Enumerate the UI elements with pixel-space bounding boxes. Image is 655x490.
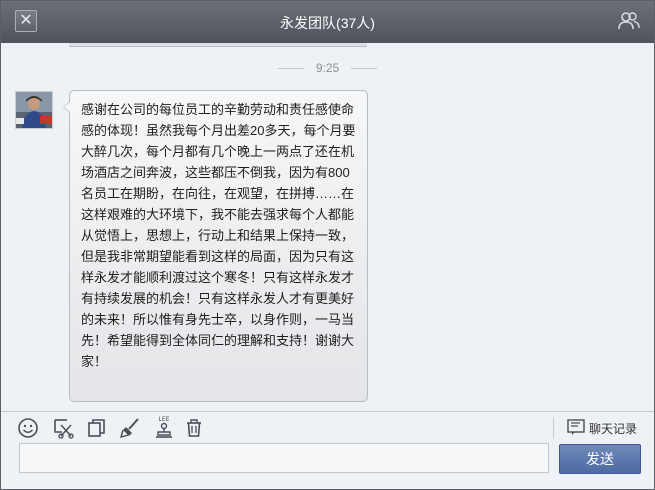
- input-toolbar: LEE 聊天记录: [1, 411, 654, 444]
- message-input[interactable]: [19, 443, 549, 473]
- stamp-icon[interactable]: LEE: [153, 415, 175, 438]
- brush-icon[interactable]: [119, 417, 141, 439]
- avatar[interactable]: [15, 91, 53, 129]
- toolbar-divider: [553, 417, 554, 439]
- copy-icon[interactable]: [86, 417, 108, 439]
- send-button[interactable]: 发送: [559, 444, 641, 474]
- group-members-icon[interactable]: [618, 11, 640, 31]
- title-bar: ✕ 永发团队(37人): [1, 1, 654, 44]
- message-area[interactable]: 9:25 感谢在公司的每位员工的辛勤劳动和责任感使命感的体现！虽然我每个月出差2…: [1, 43, 654, 411]
- chat-history-icon: [567, 419, 585, 435]
- screenshot-scissors-icon[interactable]: [52, 417, 74, 439]
- bubble-tail: [63, 101, 70, 113]
- message-timestamp: 9:25: [1, 61, 654, 75]
- previous-message-bubble: [69, 43, 367, 47]
- message-text: 感谢在公司的每位员工的辛勤劳动和责任感使命感的体现！虽然我每个月出差20多天，每…: [81, 102, 356, 369]
- trash-icon[interactable]: [183, 417, 205, 439]
- window-title: 永发团队(37人): [280, 15, 375, 31]
- stamp-label: LEE: [159, 416, 170, 423]
- chat-history-label: 聊天记录: [589, 422, 638, 436]
- smiley-icon[interactable]: [17, 417, 39, 439]
- message-bubble[interactable]: 感谢在公司的每位员工的辛勤劳动和责任感使命感的体现！虽然我每个月出差20多天，每…: [63, 90, 368, 402]
- chat-window: ✕ 永发团队(37人) 9:25 感谢在公司的每位员工的辛勤劳动和责任感使命感的…: [0, 0, 655, 490]
